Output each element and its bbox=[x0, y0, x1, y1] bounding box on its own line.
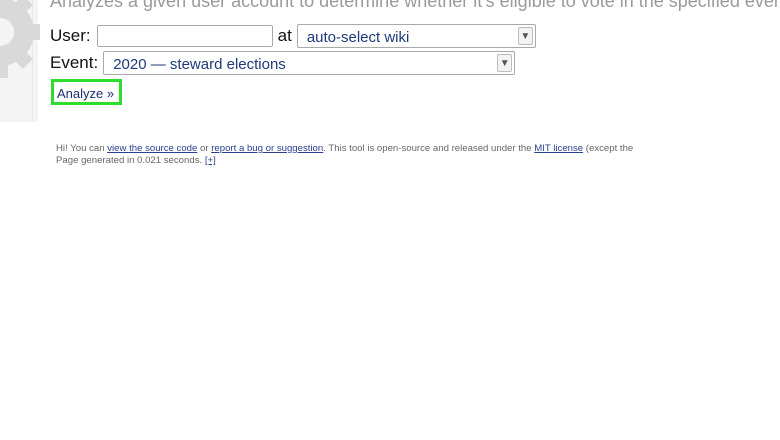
report-bug-link[interactable]: report a bug or suggestion bbox=[211, 143, 323, 154]
expand-link[interactable]: [+] bbox=[205, 155, 216, 166]
analyze-button-label: Analyze » bbox=[57, 85, 115, 101]
footer-text: Hi! You can bbox=[56, 143, 108, 154]
user-row: User: at auto-select wiki ▼ bbox=[50, 24, 536, 48]
event-row: Event: 2020 — steward elections ▼ bbox=[50, 51, 516, 75]
event-label: Event: bbox=[50, 53, 99, 72]
chevron-down-icon[interactable]: ▼ bbox=[517, 27, 533, 45]
user-input[interactable] bbox=[96, 25, 273, 47]
generation-time: Page generated in 0.021 seconds. bbox=[56, 155, 205, 166]
page-footer: Hi! You can view the source code or repo… bbox=[56, 143, 633, 167]
event-select[interactable]: 2020 — steward elections ▼ bbox=[103, 51, 516, 75]
at-label: at bbox=[277, 26, 292, 45]
analyze-button[interactable]: Analyze » bbox=[51, 79, 123, 105]
wiki-select-value: auto-select wiki bbox=[306, 28, 410, 46]
chevron-down-icon[interactable]: ▼ bbox=[497, 54, 513, 72]
wiki-select[interactable]: auto-select wiki ▼ bbox=[296, 24, 536, 48]
footer-line-2: Page generated in 0.021 seconds. [+] bbox=[56, 155, 633, 167]
footer-text: . This tool is open-source and released … bbox=[323, 143, 535, 154]
view-source-link[interactable]: view the source code bbox=[107, 143, 197, 154]
footer-text: (except the bbox=[583, 143, 634, 154]
footer-text: or bbox=[197, 143, 212, 154]
page-intro: Analyzes a given user account to determi… bbox=[50, 0, 780, 11]
mit-license-link[interactable]: MIT license bbox=[534, 143, 583, 154]
footer-line-1: Hi! You can view the source code or repo… bbox=[56, 143, 633, 155]
user-label: User: bbox=[50, 26, 91, 45]
event-select-value: 2020 — steward elections bbox=[113, 55, 286, 73]
